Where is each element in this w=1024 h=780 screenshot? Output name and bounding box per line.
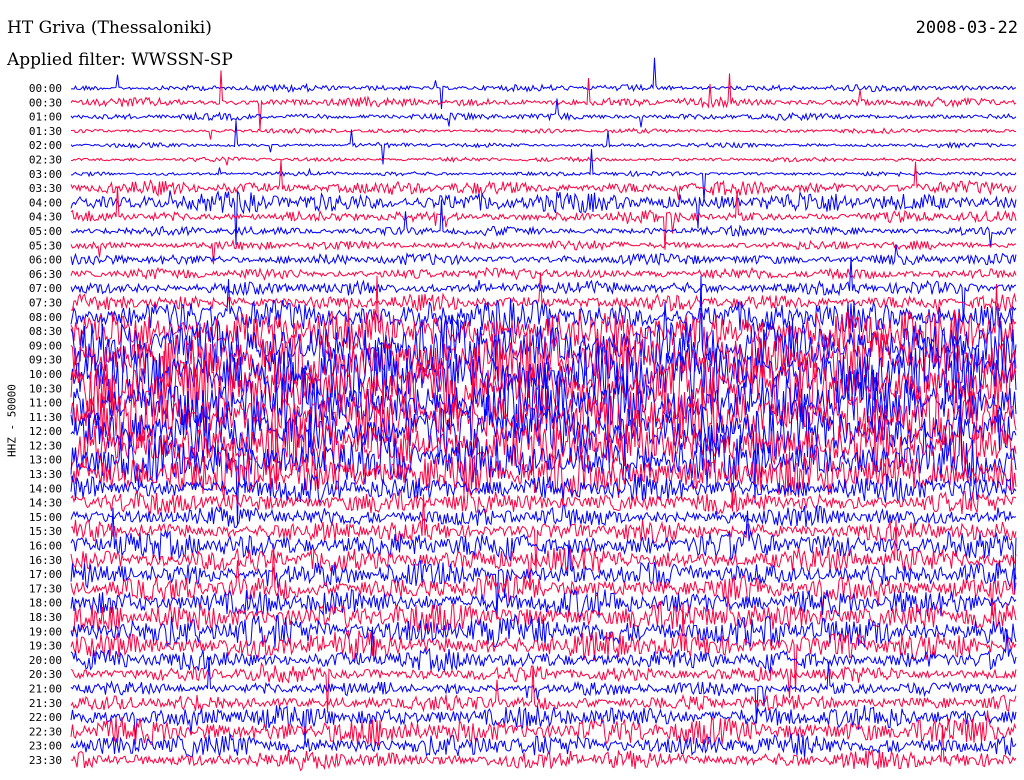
trace-0200 [70, 120, 1017, 165]
traces [70, 57, 1017, 772]
row-label: 19:30 [29, 640, 62, 653]
row-label: 01:30 [29, 125, 62, 138]
row-label: 10:00 [29, 368, 62, 381]
row-label: 22:30 [29, 725, 62, 738]
row-label: 03:00 [29, 168, 62, 181]
row-label: 11:00 [29, 397, 62, 410]
row-label: 09:30 [29, 354, 62, 367]
row-label: 16:00 [29, 540, 62, 553]
row-label: 07:30 [29, 296, 62, 309]
row-label: 18:00 [29, 597, 62, 610]
row-label: 23:00 [29, 740, 62, 753]
row-label: 12:30 [29, 439, 62, 452]
row-label: 06:30 [29, 268, 62, 281]
row-label: 21:00 [29, 683, 62, 696]
row-label: 19:00 [29, 625, 62, 638]
trace-0430 [70, 186, 1017, 250]
row-label: 13:00 [29, 454, 62, 467]
trace-0030 [70, 70, 1017, 131]
row-label: 11:30 [29, 411, 62, 424]
row-label: 05:00 [29, 225, 62, 238]
row-label: 04:00 [29, 196, 62, 209]
row-label: 01:00 [29, 111, 62, 124]
row-label: 17:30 [29, 582, 62, 595]
row-label: 00:30 [29, 96, 62, 109]
trace-0630 [70, 266, 1017, 281]
row-label: 03:30 [29, 182, 62, 195]
row-label: 14:00 [29, 482, 62, 495]
row-label: 22:00 [29, 711, 62, 724]
helicorder-plot: 00:0000:30 01:0001:3002:0002:30 03:0003:30… [29, 57, 1017, 772]
row-label: 21:30 [29, 697, 62, 710]
row-label: 07:00 [29, 282, 62, 295]
row-label: 14:30 [29, 497, 62, 510]
row-label: 04:30 [29, 211, 62, 224]
row-label: 17:00 [29, 568, 62, 581]
trace-1530 [70, 494, 1017, 573]
row-label: 08:30 [29, 325, 62, 338]
row-label: 02:30 [29, 153, 62, 166]
trace-0330 [70, 159, 1017, 200]
row-label: 20:00 [29, 654, 62, 667]
row-label: 06:00 [29, 254, 62, 267]
row-label: 16:30 [29, 554, 62, 567]
row-label: 09:00 [29, 339, 62, 352]
row-label: 10:30 [29, 382, 62, 395]
row-label: 20:30 [29, 668, 62, 681]
row-label: 18:30 [29, 611, 62, 624]
row-label: 12:00 [29, 425, 62, 438]
trace-0730 [70, 272, 1017, 315]
row-label: 08:00 [29, 311, 62, 324]
row-label: 23:30 [29, 754, 62, 767]
row-label: 13:30 [29, 468, 62, 481]
row-label: 15:00 [29, 511, 62, 524]
trace-0230 [71, 156, 1017, 166]
trace-0130 [71, 127, 1016, 140]
row-label: 02:00 [29, 139, 62, 152]
row-labels: 00:0000:30 01:0001:3002:0002:30 03:0003:30… [29, 82, 62, 767]
trace-0300 [71, 148, 1017, 202]
row-label: 05:30 [29, 239, 62, 252]
row-label: 15:30 [29, 525, 62, 538]
row-label: 00:00 [29, 82, 62, 95]
